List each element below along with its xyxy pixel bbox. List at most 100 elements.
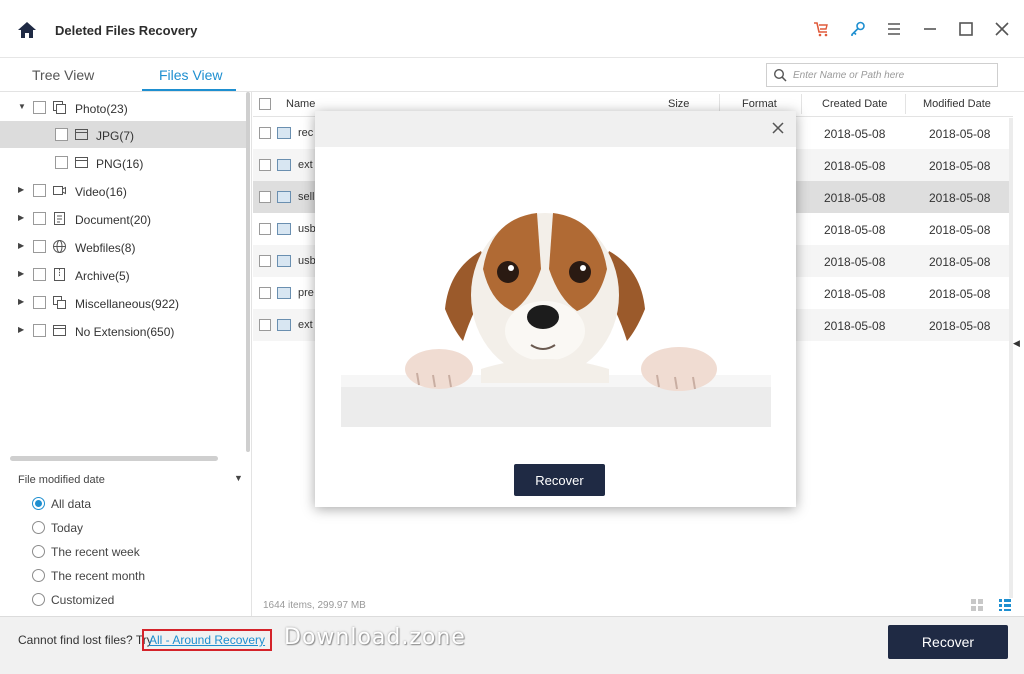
key-icon[interactable] — [849, 20, 867, 38]
column-separator[interactable] — [801, 94, 802, 114]
tab-files-view[interactable]: Files View — [159, 67, 223, 83]
tree-item-label: Photo(23) — [75, 102, 128, 116]
tree-checkbox[interactable] — [33, 240, 46, 253]
row-checkbox[interactable] — [259, 191, 271, 203]
column-separator[interactable] — [905, 94, 906, 114]
modified-date: 2018-05-08 — [929, 223, 991, 237]
image-file-icon — [277, 223, 291, 235]
globe-icon — [53, 240, 66, 253]
folder-icon — [75, 129, 88, 140]
tree-item-no-extension[interactable]: ▶ No Extension(650) — [0, 317, 246, 344]
tree-scrollbar-horizontal[interactable] — [10, 456, 218, 461]
search-box — [766, 63, 998, 87]
file-name: ext — [298, 319, 313, 331]
expand-arrow-icon[interactable]: ▶ — [18, 326, 26, 334]
radio-button[interactable] — [32, 545, 45, 558]
tree-checkbox[interactable] — [33, 324, 46, 337]
tree-item-png[interactable]: PNG(16) — [0, 149, 246, 176]
recover-button[interactable]: Recover — [888, 625, 1008, 659]
select-all-checkbox[interactable] — [259, 98, 271, 110]
minimize-icon[interactable] — [921, 20, 939, 38]
search-input[interactable] — [793, 67, 993, 83]
filter-option-label: Today — [51, 521, 84, 535]
row-checkbox[interactable] — [259, 127, 271, 139]
tree-item-video[interactable]: ▶ Video(16) — [0, 177, 246, 204]
tree-item-archive[interactable]: ▶ Archive(5) — [0, 261, 246, 288]
row-checkbox[interactable] — [259, 159, 271, 171]
expand-arrow-icon[interactable]: ▶ — [18, 298, 26, 306]
column-header-size[interactable]: Size — [668, 98, 689, 110]
row-checkbox[interactable] — [259, 287, 271, 299]
tree-checkbox[interactable] — [55, 156, 68, 169]
watermark: Download.zone — [284, 625, 466, 650]
radio-button[interactable] — [32, 569, 45, 582]
tree-item-label: Video(16) — [75, 185, 127, 199]
no-extension-icon — [53, 325, 66, 336]
column-header-format[interactable]: Format — [742, 98, 777, 110]
expand-arrow-icon[interactable]: ▶ — [18, 214, 26, 222]
tree-item-jpg[interactable]: JPG(7) — [0, 121, 246, 148]
tab-tree-view[interactable]: Tree View — [32, 67, 94, 83]
created-date: 2018-05-08 — [824, 127, 886, 141]
menu-icon[interactable] — [885, 20, 903, 38]
preview-image — [341, 213, 771, 427]
tree-item-miscellaneous[interactable]: ▶ Miscellaneous(922) — [0, 289, 246, 316]
app-title: Deleted Files Recovery — [55, 23, 198, 38]
tree-checkbox[interactable] — [33, 268, 46, 281]
file-name: usb — [298, 223, 316, 235]
close-icon[interactable] — [993, 20, 1011, 38]
table-scrollbar[interactable] — [1009, 118, 1013, 598]
modified-date: 2018-05-08 — [929, 287, 991, 301]
column-header-modified-date[interactable]: Modified Date — [923, 98, 991, 110]
list-view-icon[interactable] — [998, 598, 1012, 612]
tree-checkbox[interactable] — [33, 296, 46, 309]
image-file-icon — [277, 287, 291, 299]
image-file-icon — [277, 127, 291, 139]
home-icon[interactable] — [17, 20, 37, 40]
row-checkbox[interactable] — [259, 255, 271, 267]
tree-scrollbar-vertical[interactable] — [246, 92, 250, 452]
tree-item-label: Archive(5) — [75, 269, 130, 283]
cannot-find-prompt: Cannot find lost files? Try — [18, 633, 153, 647]
filter-option-label: Customized — [51, 593, 115, 607]
preview-recover-button[interactable]: Recover — [514, 464, 605, 496]
image-file-icon — [277, 319, 291, 331]
modified-date: 2018-05-08 — [929, 191, 991, 205]
preview-dialog-header — [315, 111, 796, 147]
modified-date: 2018-05-08 — [929, 127, 991, 141]
tree-item-label: No Extension(650) — [75, 325, 175, 339]
preview-dialog: Recover — [315, 111, 796, 507]
tree-checkbox[interactable] — [33, 184, 46, 197]
modified-date: 2018-05-08 — [929, 255, 991, 269]
row-checkbox[interactable] — [259, 223, 271, 235]
tree-item-document[interactable]: ▶ Document(20) — [0, 205, 246, 232]
radio-button[interactable] — [32, 497, 45, 510]
tree-item-photo[interactable]: ▼ Photo(23) — [0, 94, 246, 121]
all-around-recovery-link[interactable]: All - Around Recovery — [142, 629, 273, 651]
items-summary: 1644 items, 299.97 MB — [263, 600, 366, 611]
cart-icon[interactable] — [812, 20, 830, 38]
expand-arrow-icon[interactable]: ▶ — [18, 242, 26, 250]
expand-arrow-icon[interactable]: ▶ — [18, 186, 26, 194]
row-checkbox[interactable] — [259, 319, 271, 331]
tree-checkbox[interactable] — [33, 212, 46, 225]
column-header-created-date[interactable]: Created Date — [822, 98, 887, 110]
radio-button[interactable] — [32, 593, 45, 606]
collapse-panel-icon[interactable]: ◀ — [1013, 338, 1020, 349]
folder-icon — [75, 157, 88, 168]
created-date: 2018-05-08 — [824, 191, 886, 205]
title-bar: Deleted Files Recovery — [0, 0, 1024, 58]
bottom-bar: Cannot find lost files? Try All - Around… — [0, 616, 1024, 674]
grid-view-icon[interactable] — [970, 598, 984, 612]
chevron-down-icon[interactable]: ▼ — [234, 473, 243, 483]
tree-item-webfiles[interactable]: ▶ Webfiles(8) — [0, 233, 246, 260]
tree-checkbox[interactable] — [55, 128, 68, 141]
misc-icon — [53, 296, 66, 309]
tree-checkbox[interactable] — [33, 101, 46, 114]
maximize-icon[interactable] — [957, 20, 975, 38]
expand-arrow-icon[interactable]: ▶ — [18, 270, 26, 278]
column-header-name[interactable]: Name — [286, 98, 315, 110]
expand-arrow-icon[interactable]: ▼ — [18, 103, 26, 111]
close-icon[interactable] — [771, 121, 785, 135]
radio-button[interactable] — [32, 521, 45, 534]
